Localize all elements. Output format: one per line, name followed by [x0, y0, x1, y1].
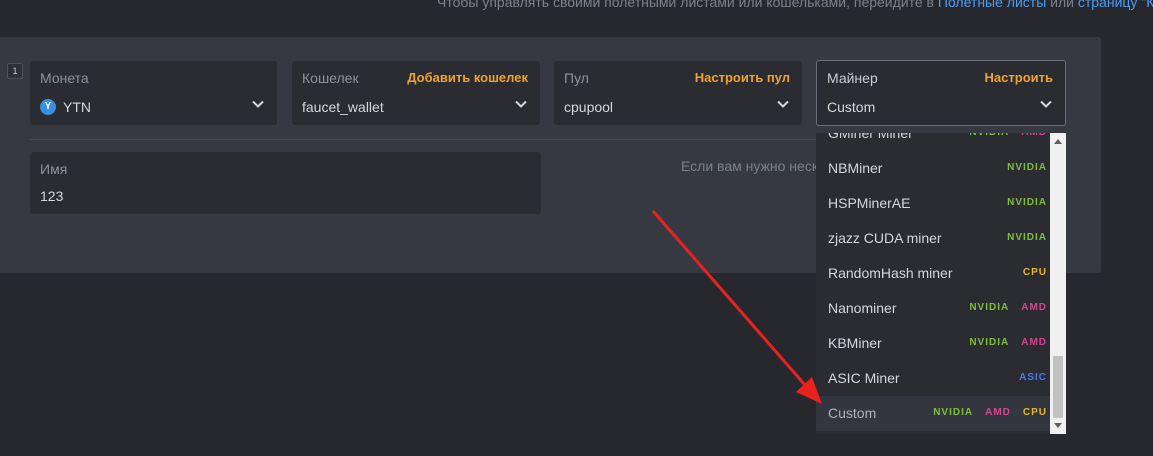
wallet-label: Кошелек [302, 70, 359, 86]
top-hint-text: Чтобы управлять своими полетными листами… [437, 0, 938, 10]
tag-asic: ASIC [1019, 372, 1047, 383]
tag-amd: AMD [985, 407, 1011, 418]
miner-option-tags: NVIDIA AMD [957, 337, 1047, 348]
pool-label: Пул [564, 70, 589, 86]
miner-option[interactable]: HSPMinerAE NVIDIA [816, 186, 1050, 221]
name-field[interactable]: Имя 123 [30, 152, 541, 214]
miner-option-tags: CPU [1011, 267, 1047, 278]
tag-nvidia: NVIDIA [969, 302, 1010, 313]
miner-option-name: HSPMinerAE [828, 195, 911, 211]
tag-nvidia: NVIDIA [1007, 197, 1047, 208]
configure-miner-button[interactable]: Настроить [985, 70, 1053, 85]
chevron-down-icon[interactable] [776, 97, 790, 111]
miner-option-name: Nanominer [828, 300, 897, 316]
tag-nvidia: NVIDIA [969, 337, 1010, 348]
pool-value: cpupool [564, 99, 614, 115]
miner-option-name: NBMiner [828, 160, 883, 176]
scroll-up-arrow-icon[interactable] [1054, 139, 1062, 144]
pool-select[interactable]: Пул Настроить пул cpupool [554, 61, 802, 125]
coin-value: Y YTN [40, 99, 91, 115]
miner-option-tags: NVIDIA [995, 162, 1047, 173]
tag-amd: AMD [1021, 133, 1047, 138]
tag-cpu: CPU [1022, 267, 1047, 278]
miner-option-tags: NVIDIA [995, 197, 1047, 208]
wallet-value: faucet_wallet [302, 99, 384, 115]
name-value[interactable]: 123 [40, 188, 63, 204]
miner-option[interactable]: Nanominer NVIDIA AMD [816, 291, 1050, 326]
miner-option[interactable]: Custom NVIDIA AMD CPU [816, 396, 1050, 431]
chevron-down-icon[interactable] [514, 97, 528, 111]
miner-option-tags: NVIDIA AMD CPU [921, 407, 1047, 418]
dropdown-scrollbar[interactable] [1050, 133, 1066, 434]
add-wallet-button[interactable]: Добавить кошелек [407, 70, 528, 85]
miner-option-name: KBMiner [828, 335, 882, 351]
miner-label: Майнер [827, 70, 878, 86]
flight-sheets-link[interactable]: Полетные листы [938, 0, 1046, 10]
miner-value: Custom [827, 99, 876, 115]
tag-nvidia: NVIDIA [933, 407, 974, 418]
miner-option[interactable]: zjazz CUDA miner NVIDIA [816, 221, 1050, 256]
tag-amd: AMD [1021, 337, 1047, 348]
miner-option-name: ASIC Miner [828, 370, 900, 386]
miner-option-name: zjazz CUDA miner [828, 230, 942, 246]
tag-nvidia: NVIDIA [1007, 162, 1047, 173]
tag-cpu: CPU [1022, 407, 1047, 418]
miner-option-tags: ASIC [1007, 372, 1047, 383]
ytn-coin-icon: Y [40, 99, 56, 115]
miner-option-tags: NVIDIA [995, 232, 1047, 243]
configure-pool-button[interactable]: Настроить пул [695, 70, 790, 85]
name-label: Имя [40, 161, 68, 177]
miner-option-name: RandomHash miner [828, 265, 953, 281]
multi-sheet-hint: Если вам нужно неско [681, 158, 816, 174]
miner-dropdown[interactable]: GMiner MinerNVIDIAAMDNBMinerNVIDIAHSPMin… [816, 133, 1066, 434]
miner-option[interactable]: GMiner Miner NVIDIA AMD [816, 133, 1050, 151]
coin-label: Монета [40, 70, 89, 86]
tag-nvidia: NVIDIA [969, 133, 1009, 138]
chevron-down-icon[interactable] [1039, 97, 1053, 111]
miner-select[interactable]: Майнер Настроить Custom [816, 60, 1066, 126]
top-hint-mid: или [1046, 0, 1078, 10]
chevron-down-icon[interactable] [251, 97, 265, 111]
wallets-page-link[interactable]: страницу "Кош [1078, 0, 1153, 10]
miner-option-tags: NVIDIA AMD [957, 133, 1047, 138]
miner-option-tags: NVIDIA AMD [957, 302, 1047, 313]
miner-option-name: Custom [828, 405, 877, 421]
miner-option[interactable]: KBMiner NVIDIA AMD [816, 326, 1050, 361]
top-hint: Чтобы управлять своими полетными листами… [437, 0, 1153, 10]
coin-value-text: YTN [63, 99, 91, 115]
scroll-down-arrow-icon[interactable] [1054, 423, 1062, 428]
miner-option[interactable]: ASIC Miner ASIC [816, 361, 1050, 396]
wallet-select[interactable]: Кошелек Добавить кошелек faucet_wallet [292, 61, 540, 125]
miner-option-name: GMiner Miner [828, 133, 913, 141]
tag-amd: AMD [1021, 302, 1047, 313]
row-number-badge: 1 [7, 63, 23, 79]
miner-option[interactable]: NBMiner NVIDIA [816, 151, 1050, 186]
scroll-thumb[interactable] [1053, 356, 1063, 418]
tag-nvidia: NVIDIA [1007, 232, 1047, 243]
coin-select[interactable]: Монета Y YTN [30, 61, 277, 125]
miner-option[interactable]: RandomHash miner CPU [816, 256, 1050, 291]
